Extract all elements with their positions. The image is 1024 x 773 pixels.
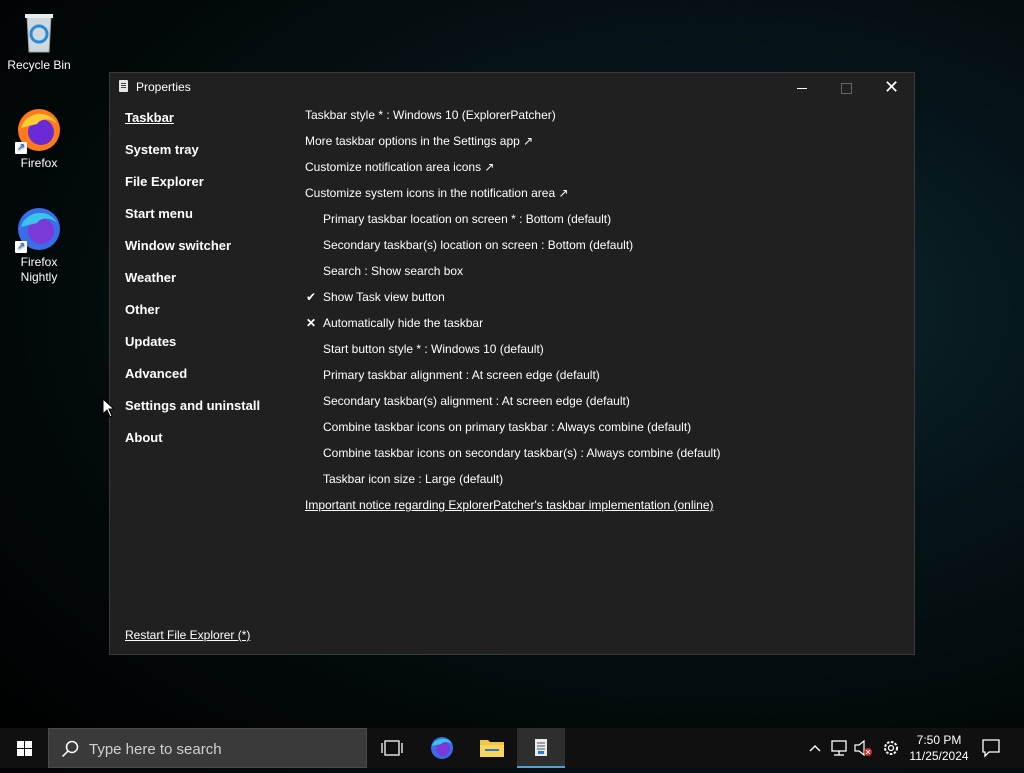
shortcut-arrow-icon: ↗ [15,142,27,154]
important-notice-link[interactable]: Important notice regarding ExplorerPatch… [305,498,714,512]
clock-time: 7:50 PM [916,733,962,747]
search-placeholder: Type here to search [89,741,222,758]
option-customize-notification-icons-link[interactable]: Customize notification area icons ↗ [305,160,494,174]
title-bar[interactable]: Properties ✕ [110,73,914,101]
option-label: Automatically hide the taskbar [323,316,484,330]
option-secondary-taskbar-alignment[interactable]: Secondary taskbar(s) alignment : At scre… [323,394,630,408]
recycle-bin-icon [15,8,63,56]
clock-date: 11/25/2024 [909,749,969,763]
network-icon[interactable] [828,728,850,768]
taskbar-search-box[interactable]: Type here to search [48,728,367,768]
firefox-nightly-icon: ↗ [15,205,63,253]
firefox-nightly-icon [431,737,453,759]
taskbar-file-explorer[interactable] [468,728,516,768]
option-primary-taskbar-alignment[interactable]: Primary taskbar alignment : At screen ed… [323,368,600,382]
properties-window: Properties ✕ Taskbar System tray File Ex… [109,72,915,655]
task-view-button[interactable] [368,728,416,768]
option-auto-hide-taskbar-checkbox[interactable]: ✕ Automatically hide the taskbar [306,316,484,330]
option-primary-taskbar-location[interactable]: Primary taskbar location on screen * : B… [323,212,611,226]
firefox-icon: ↗ [15,106,63,154]
minimize-icon [796,87,807,89]
desktop-icon-firefox[interactable]: ↗ Firefox [1,106,77,171]
sidebar-item-start-menu[interactable]: Start menu [125,206,193,221]
desktop-icon-recycle-bin[interactable]: Recycle Bin [1,8,77,73]
sidebar-item-window-switcher[interactable]: Window switcher [125,238,231,253]
taskbar-clock[interactable]: 7:50 PM 11/25/2024 [904,732,974,764]
sidebar-item-weather[interactable]: Weather [125,270,176,285]
maximize-icon [841,82,852,94]
start-button[interactable] [0,728,48,768]
taskbar-properties-app[interactable] [517,728,565,768]
option-label: Show Task view button [323,290,445,304]
properties-document-icon [535,739,547,756]
option-more-taskbar-settings-link[interactable]: More taskbar options in the Settings app… [305,134,533,148]
app-document-icon [119,80,128,92]
close-button[interactable]: ✕ [869,73,914,101]
minimize-button[interactable] [779,73,824,101]
desktop-icon-label: Firefox Nightly [20,255,58,284]
taskbar-firefox-nightly[interactable] [418,728,466,768]
shortcut-arrow-icon: ↗ [15,241,27,253]
sidebar-item-other[interactable]: Other [125,302,160,317]
task-view-icon [381,740,403,756]
maximize-button[interactable] [824,73,869,101]
window-title: Properties [136,80,191,94]
settings-gear-icon[interactable] [880,728,902,768]
volume-muted-icon[interactable] [852,728,874,768]
option-secondary-taskbar-location[interactable]: Secondary taskbar(s) location on screen … [323,238,633,252]
sidebar-item-about[interactable]: About [125,430,163,445]
option-taskbar-style[interactable]: Taskbar style * : Windows 10 (ExplorerPa… [305,108,556,122]
sidebar-item-system-tray[interactable]: System tray [125,142,199,157]
option-search[interactable]: Search : Show search box [323,264,463,278]
option-combine-primary[interactable]: Combine taskbar icons on primary taskbar… [323,420,691,434]
sidebar-item-file-explorer[interactable]: File Explorer [125,174,204,189]
windows-logo-icon [17,741,32,756]
option-customize-system-icons-link[interactable]: Customize system icons in the notificati… [305,186,569,200]
desktop-icon-label: Firefox [20,156,58,170]
taskbar: Type here to search 7:50 PM 11/25/2024 [0,728,1024,768]
sidebar-item-settings-uninstall[interactable]: Settings and uninstall [125,398,260,413]
option-show-task-view-checkbox[interactable]: ✔ Show Task view button [306,290,445,304]
show-hidden-icons-chevron-icon[interactable] [806,728,824,768]
restart-file-explorer-link[interactable]: Restart File Explorer (*) [125,628,250,642]
sidebar-item-taskbar[interactable]: Taskbar [125,110,174,125]
cross-icon: ✕ [305,316,317,330]
sidebar-item-updates[interactable]: Updates [125,334,176,349]
sidebar-item-advanced[interactable]: Advanced [125,366,187,381]
option-taskbar-icon-size[interactable]: Taskbar icon size : Large (default) [323,472,503,486]
folder-icon [480,740,504,757]
search-icon [61,740,79,758]
checkmark-icon: ✔ [305,290,317,304]
desktop-icon-label: Recycle Bin [7,58,71,72]
desktop-icon-firefox-nightly[interactable]: ↗ Firefox Nightly [1,205,77,285]
option-combine-secondary[interactable]: Combine taskbar icons on secondary taskb… [323,446,721,460]
option-start-button-style[interactable]: Start button style * : Windows 10 (defau… [323,342,544,356]
mouse-cursor-icon [102,398,114,418]
close-icon: ✕ [883,77,900,97]
action-center-icon[interactable] [980,738,1002,758]
